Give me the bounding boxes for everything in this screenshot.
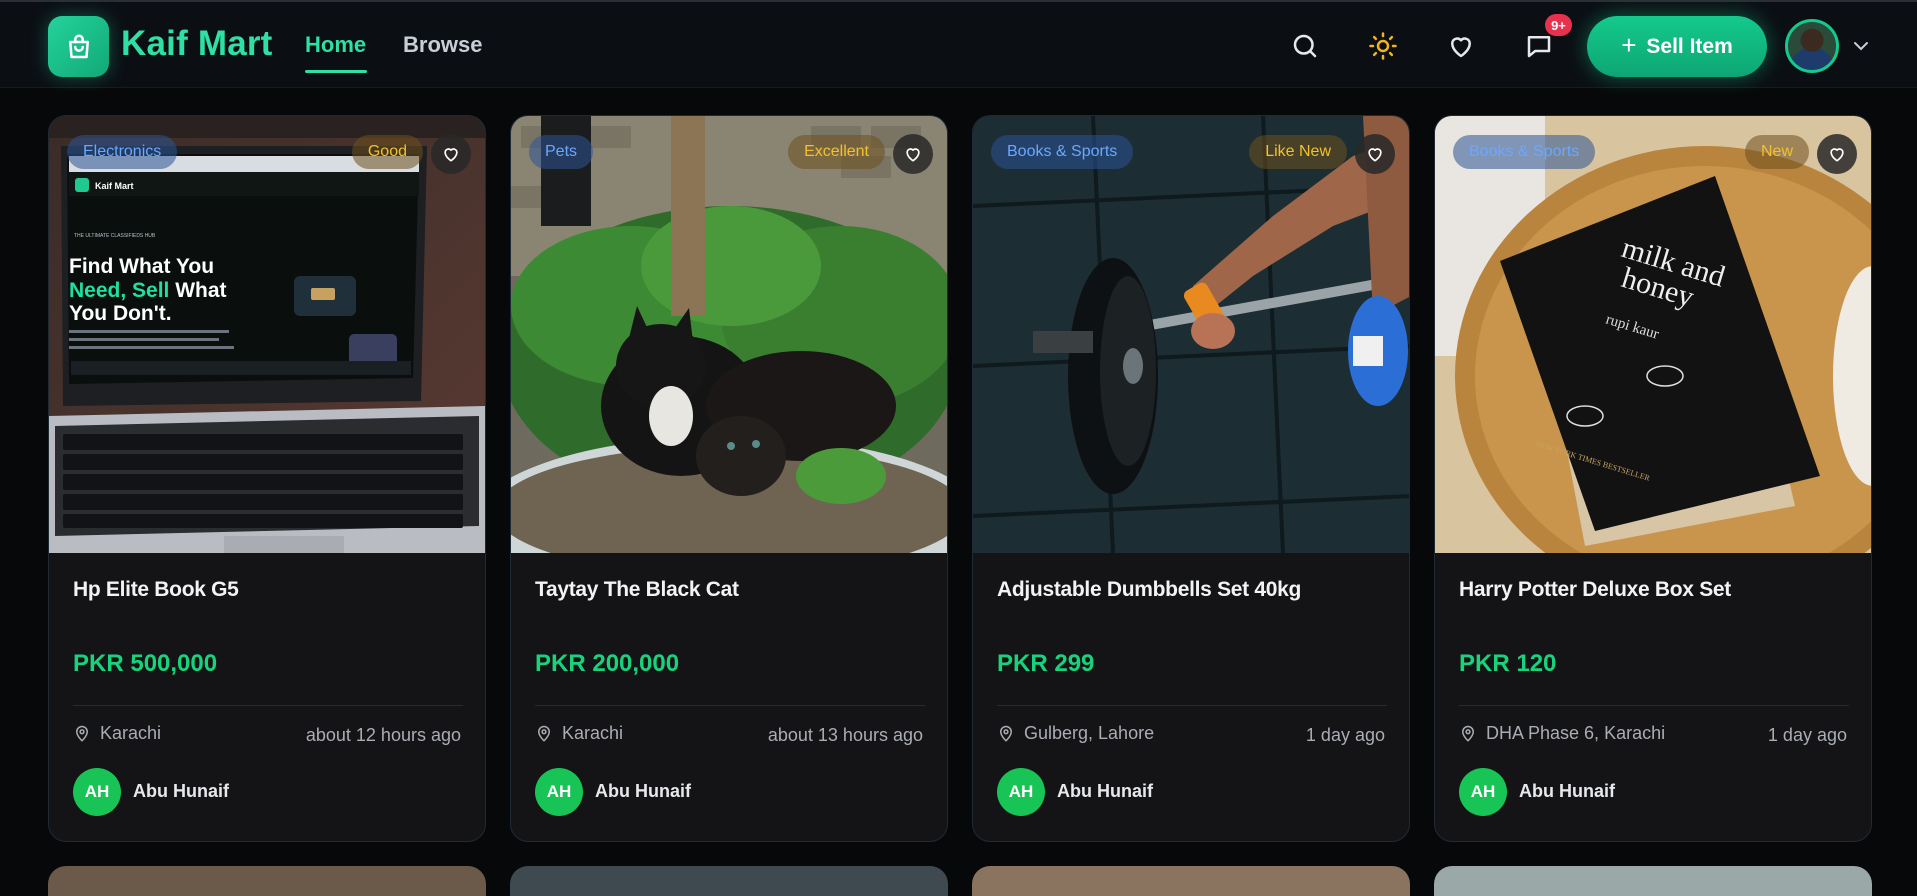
- location-text: Karachi: [100, 723, 162, 743]
- sell-item-button[interactable]: + Sell Item: [1587, 16, 1767, 77]
- listing-image[interactable]: milk and honey rupi kaur NEW YORK TIMES …: [1435, 116, 1871, 553]
- listing-price: PKR 500,000: [73, 650, 218, 677]
- listing-card[interactable]: Kaif Mart THE ULTIMATE CLASSIFIEDS HUB F…: [48, 115, 486, 842]
- listing-image[interactable]: Kaif Mart THE ULTIMATE CLASSIFIEDS HUB F…: [49, 116, 485, 553]
- category-badge: Electronics: [67, 135, 178, 169]
- location-pin-icon: [1461, 725, 1475, 742]
- condition-badge: New: [1744, 135, 1809, 169]
- listing-card[interactable]: Pets Excellent Taytay The Black Cat PKR …: [510, 115, 948, 842]
- seller-name[interactable]: Abu Hunaif: [133, 781, 229, 802]
- top-navbar: Kaif Mart Home Browse 9+ + Sell Item: [0, 0, 1917, 88]
- favorite-heart-icon[interactable]: [1817, 134, 1857, 174]
- sun-icon[interactable]: [1365, 28, 1401, 64]
- chevron-down-icon[interactable]: [1849, 34, 1873, 58]
- listing-card-peek[interactable]: [48, 866, 486, 896]
- listing-card[interactable]: milk and honey rupi kaur NEW YORK TIMES …: [1434, 115, 1872, 842]
- listing-image[interactable]: Books & Sports Like New: [973, 116, 1409, 553]
- listing-title[interactable]: Adjustable Dumbbells Set 40kg: [997, 578, 1301, 602]
- listing-location: Gulberg, Lahore: [997, 723, 1154, 744]
- category-badge: Books & Sports: [1453, 135, 1596, 169]
- messages-badge: 9+: [1545, 14, 1572, 36]
- logo-bag-icon[interactable]: [48, 16, 109, 77]
- user-avatar[interactable]: [1785, 19, 1839, 73]
- location-text: Gulberg, Lahore: [1024, 723, 1155, 743]
- listing-title[interactable]: Taytay The Black Cat: [535, 578, 739, 602]
- sell-item-label: Sell Item: [1646, 34, 1733, 58]
- location-text: Karachi: [562, 723, 624, 743]
- screen-headline-2: Need, Sell What: [69, 279, 227, 302]
- listing-price: PKR 200,000: [535, 650, 680, 677]
- plus-icon: +: [1621, 29, 1637, 60]
- listing-time: about 13 hours ago: [767, 725, 923, 745]
- listing-location: Karachi: [535, 723, 623, 744]
- listing-time: 1 day ago: [1305, 725, 1385, 745]
- location-pin-icon: [75, 725, 89, 742]
- listing-card-peek[interactable]: [972, 866, 1410, 896]
- favorite-heart-icon[interactable]: [431, 134, 471, 174]
- listing-price: PKR 120: [1459, 650, 1557, 677]
- divider: [997, 705, 1387, 706]
- screen-brand: Kaif Mart: [95, 181, 134, 191]
- listing-title[interactable]: Hp Elite Book G5: [73, 578, 239, 602]
- divider: [1459, 705, 1849, 706]
- screen-headline-1: Find What You: [69, 255, 214, 278]
- seller-avatar[interactable]: AH: [73, 768, 121, 816]
- listing-location: DHA Phase 6, Karachi: [1459, 723, 1665, 744]
- heart-icon[interactable]: [1443, 28, 1479, 64]
- listing-card-peek[interactable]: [510, 866, 948, 896]
- listing-title[interactable]: Harry Potter Deluxe Box Set: [1459, 578, 1731, 602]
- nav-active-indicator: [305, 70, 367, 73]
- search-icon[interactable]: [1287, 28, 1323, 64]
- condition-badge: Like New: [1249, 135, 1347, 169]
- seller-avatar[interactable]: AH: [997, 768, 1045, 816]
- listing-time: about 12 hours ago: [305, 725, 461, 745]
- logo-text[interactable]: Kaif Mart: [121, 24, 273, 64]
- listing-location: Karachi: [73, 723, 161, 744]
- favorite-heart-icon[interactable]: [1355, 134, 1395, 174]
- condition-badge: Good: [351, 135, 423, 169]
- seller-name[interactable]: Abu Hunaif: [595, 781, 691, 802]
- category-badge: Pets: [529, 135, 594, 169]
- seller-name[interactable]: Abu Hunaif: [1519, 781, 1615, 802]
- category-badge: Books & Sports: [991, 135, 1134, 169]
- nav-browse[interactable]: Browse: [403, 32, 482, 58]
- listing-card[interactable]: Books & Sports Like New Adjustable Dumbb…: [972, 115, 1410, 842]
- condition-badge: Excellent: [788, 135, 885, 169]
- listing-time: 1 day ago: [1767, 725, 1847, 745]
- nav-home[interactable]: Home: [305, 32, 366, 58]
- seller-avatar[interactable]: AH: [535, 768, 583, 816]
- screen-tag: THE ULTIMATE CLASSIFIEDS HUB: [74, 233, 156, 239]
- listing-card-peek[interactable]: [1434, 866, 1872, 896]
- divider: [535, 705, 925, 706]
- screen-headline-3: You Don't.: [69, 302, 172, 325]
- seller-name[interactable]: Abu Hunaif: [1057, 781, 1153, 802]
- location-pin-icon: [999, 725, 1013, 742]
- location-text: DHA Phase 6, Karachi: [1486, 723, 1666, 743]
- location-pin-icon: [537, 725, 551, 742]
- divider: [73, 705, 463, 706]
- listing-image[interactable]: Pets Excellent: [511, 116, 947, 553]
- listing-price: PKR 299: [997, 650, 1095, 677]
- seller-avatar[interactable]: AH: [1459, 768, 1507, 816]
- favorite-heart-icon[interactable]: [893, 134, 933, 174]
